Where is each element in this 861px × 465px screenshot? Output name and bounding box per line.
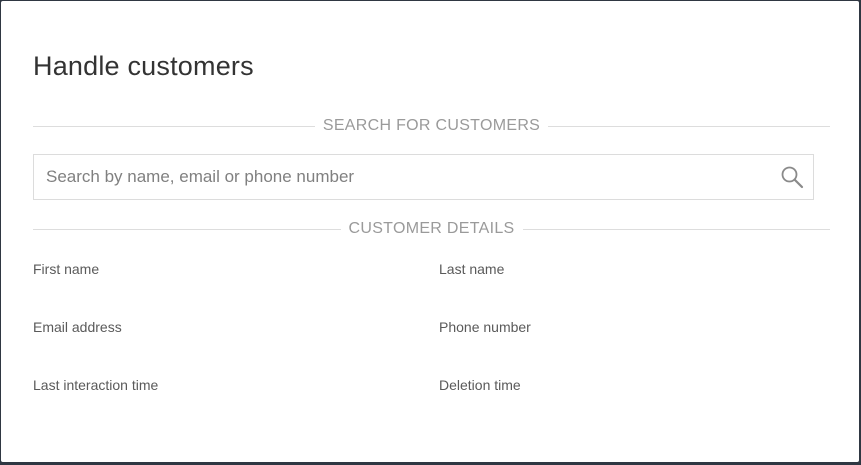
phone-number-label: Phone number [439, 319, 531, 335]
dialog-title: Handle customers [33, 51, 254, 81]
divider-line-right [548, 125, 830, 127]
divider-line-left [33, 228, 341, 230]
customer-search-box [33, 154, 814, 200]
last-name-label: Last name [439, 261, 505, 277]
handle-customers-dialog: Handle customers SEARCH FOR CUSTOMERS CU… [1, 1, 859, 462]
customer-details-heading: CUSTOMER DETAILS [348, 220, 515, 237]
customer-details-divider: CUSTOMER DETAILS [33, 219, 831, 239]
search-section-divider: SEARCH FOR CUSTOMERS [33, 116, 830, 136]
first-name-label: First name [33, 261, 100, 277]
deletion-time-label: Deletion time [439, 377, 521, 393]
search-section-heading: SEARCH FOR CUSTOMERS [322, 117, 541, 134]
email-address-label: Email address [33, 319, 122, 335]
customer-search-input[interactable] [34, 155, 771, 199]
search-icon[interactable] [771, 155, 813, 199]
divider-line-left [33, 125, 315, 127]
divider-line-right [522, 228, 831, 230]
last-interaction-time-label: Last interaction time [33, 377, 159, 393]
